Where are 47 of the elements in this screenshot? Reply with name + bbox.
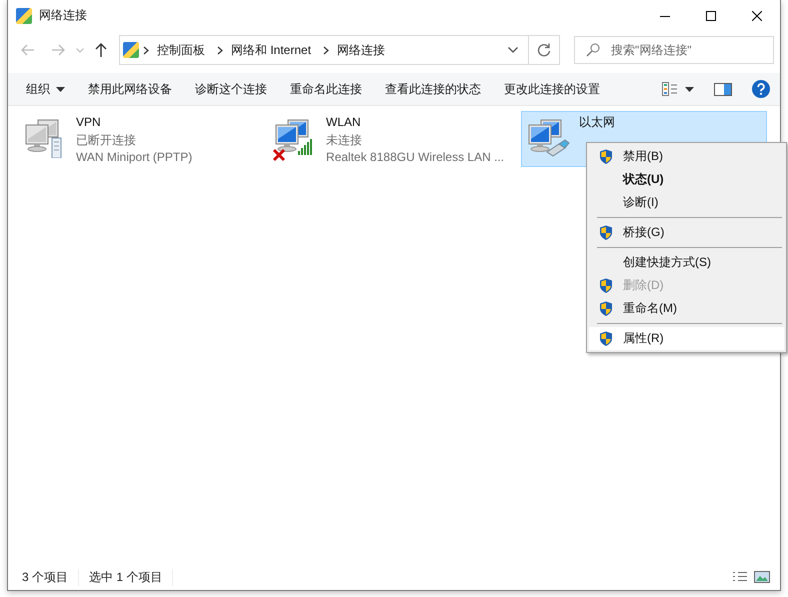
window-title: 网络连接 [39,7,87,24]
menu-item[interactable]: 诊断(I) [589,191,784,214]
refresh-icon [537,43,551,57]
preview-pane-icon[interactable] [712,80,734,98]
address-bar[interactable]: 控制面板 网络和 Internet 网络连接 [119,35,560,65]
connection-status: 已断开连接 [76,132,137,148]
search-icon [586,43,600,57]
organize-menu-button[interactable]: 组织 [18,76,73,102]
list-view-icon [662,82,678,96]
menu-item[interactable]: 创建快捷方式(S) [589,251,784,274]
chevron-down-icon[interactable] [508,47,518,53]
up-arrow-icon[interactable] [95,43,107,57]
toolbar-button[interactable]: 更改此连接的设置 [496,76,608,102]
network-connection-item[interactable]: WLAN 未连接 Realtek 8188GU Wireless LAN ... [268,111,508,167]
network-folder-icon [123,42,139,58]
large-icons-view-icon[interactable] [754,571,770,583]
breadcrumb-item[interactable]: 控制面板 [157,42,205,58]
view-options-button[interactable] [660,80,696,98]
breadcrumb-item[interactable]: 网络和 Internet [231,42,312,58]
status-text: 选中 1 个项目 [89,568,174,586]
help-icon[interactable] [750,78,772,100]
network-connection-item[interactable]: VPN 已断开连接 WAN Miniport (PPTP) [18,111,256,167]
menu-item[interactable]: 属性(R) [589,327,784,350]
search-field[interactable]: 搜索"网络连接" [574,36,774,64]
chevron-right-icon [323,46,330,54]
connection-status: 未连接 [326,132,364,148]
device-name: Realtek 8188GU Wireless LAN ... [326,149,504,166]
toolbar-button[interactable]: 禁用此网络设备 [80,76,180,102]
menu-item[interactable]: 状态(U) [589,168,784,191]
connection-name: 以太网 [579,114,616,131]
caret-icon [685,86,694,92]
network-folder-icon [16,8,32,24]
toolbar-button[interactable]: 重命名此连接 [282,76,370,102]
status-text: 3 个项目 [22,568,80,586]
connection-name: VPN [76,114,102,131]
menu-item[interactable]: 重命名(M) [589,297,784,320]
toolbar-button[interactable]: 查看此连接的状态 [377,76,489,102]
maximize-icon [706,10,716,20]
connection-name: WLAN [326,114,362,131]
chevron-right-icon [217,46,223,54]
toolbar-button[interactable]: 诊断这个连接 [187,76,275,102]
close-icon [752,10,762,20]
menu-item[interactable]: 桥接(G) [589,221,784,244]
device-name: WAN Miniport (PPTP) [76,149,192,166]
breadcrumb-item[interactable]: 网络连接 [337,42,386,58]
details-view-icon[interactable] [732,571,748,583]
chevron-right-icon [143,46,149,54]
